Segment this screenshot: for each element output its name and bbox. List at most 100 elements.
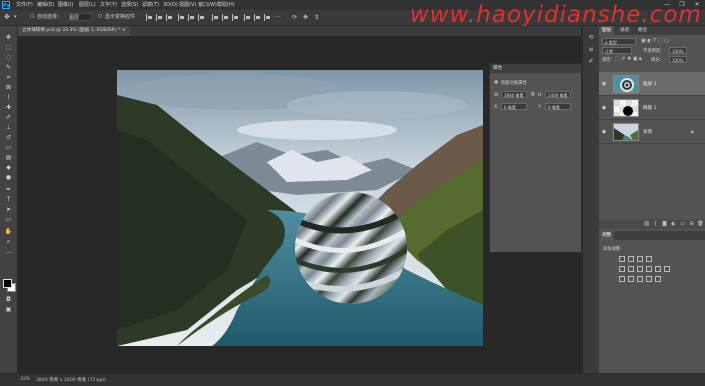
screen-mode-icon[interactable]: ▣ (4, 306, 13, 314)
new-adjustment-icon[interactable]: ◐ (670, 221, 677, 228)
distribute-left-icon[interactable] (244, 14, 251, 21)
layer-name[interactable]: 图层 1 (643, 81, 657, 87)
menu-select[interactable]: 选择(S) (121, 1, 138, 9)
visibility-eye-icon[interactable]: ◉ (602, 81, 606, 87)
history-icon[interactable]: ⟲ (587, 34, 595, 42)
auto-select-dropdown[interactable]: 图层 (66, 13, 92, 21)
curves-icon[interactable] (637, 256, 643, 262)
invert-icon[interactable] (619, 276, 625, 282)
selective-color-icon[interactable] (655, 276, 661, 282)
add-mask-icon[interactable]: ◙ (661, 221, 668, 228)
align-left-icon[interactable] (146, 14, 153, 21)
quick-select-tool-icon[interactable]: ✎ (4, 64, 13, 72)
brush-tool-icon[interactable]: ✐ (4, 114, 13, 122)
delete-layer-icon[interactable]: 🗑︎ (697, 221, 704, 228)
threshold-icon[interactable] (637, 276, 643, 282)
align-vcenter-icon[interactable] (188, 14, 195, 21)
blur-tool-icon[interactable]: ◆ (4, 164, 13, 172)
posterize-icon[interactable] (628, 276, 634, 282)
visibility-eye-icon[interactable]: ◉ (602, 105, 606, 111)
foreground-color-swatch[interactable] (3, 279, 12, 288)
menu-3d[interactable]: 3D(D) (163, 1, 178, 9)
align-right-icon[interactable] (166, 14, 173, 21)
eraser-tool-icon[interactable]: ▭ (4, 144, 13, 152)
transform-checkbox-icon[interactable]: ☐ (98, 14, 102, 21)
3d-mode-icon[interactable]: ⟳ (292, 14, 297, 21)
distribute-hcenter-icon[interactable] (254, 14, 261, 21)
dodge-tool-icon[interactable]: ● (4, 174, 13, 182)
link-icon[interactable]: ⛓ (530, 92, 535, 97)
distribute-top-icon[interactable] (212, 14, 219, 21)
x-input[interactable]: 0 像素 (501, 103, 527, 110)
photo-filter-icon[interactable] (655, 266, 661, 272)
channel-mixer-icon[interactable] (664, 266, 670, 272)
layer-row-ellipse1[interactable]: ◉ 椭圆 1 (599, 96, 705, 120)
link-layers-icon[interactable]: ⛓ (643, 221, 650, 228)
vibrance-icon[interactable] (619, 266, 625, 272)
new-group-icon[interactable]: ▭ (679, 221, 686, 228)
path-select-tool-icon[interactable]: ➤ (4, 206, 13, 214)
menu-edit[interactable]: 编辑(E) (37, 1, 54, 9)
move-tool-icon[interactable]: ✥ (4, 14, 10, 21)
opacity-input[interactable]: 100% (669, 47, 687, 54)
tab-layers[interactable]: 图层 (599, 26, 615, 35)
tab-adjustments[interactable]: 调整 (599, 231, 615, 240)
history-brush-tool-icon[interactable]: ↺ (4, 134, 13, 142)
align-hcenter-icon[interactable] (156, 14, 163, 21)
more-tools-icon[interactable]: ··· (4, 250, 13, 258)
width-input[interactable]: 3840 像素 (501, 91, 527, 98)
blend-mode-dropdown[interactable]: 正常 (602, 47, 632, 54)
3d-slide-icon[interactable]: ⇕ (314, 14, 319, 21)
layer-filter-dropdown[interactable]: ρ 类型 (602, 38, 636, 45)
clone-stamp-tool-icon[interactable]: ⊥ (4, 124, 13, 132)
height-input[interactable]: 2400 像素 (545, 91, 571, 98)
menu-window[interactable]: 窗口(W) (198, 1, 217, 9)
filter-icons[interactable]: ▣ ◐ T ⬚ ▢ (641, 38, 669, 44)
menu-type[interactable]: 文字(Y) (100, 1, 117, 9)
black-white-icon[interactable] (646, 266, 652, 272)
menu-help[interactable]: 帮助(H) (217, 1, 235, 9)
align-bottom-icon[interactable] (198, 14, 205, 21)
gradient-tool-icon[interactable]: ▤ (4, 154, 13, 162)
type-tool-icon[interactable]: T (4, 196, 13, 204)
zoom-tool-icon[interactable]: ⌕ (4, 238, 13, 246)
tab-channels[interactable]: 通道 (617, 26, 632, 35)
move-tool-icon[interactable]: ✥ (4, 34, 13, 42)
brush-settings-icon[interactable]: ✐ (587, 58, 595, 66)
distribute-vcenter-icon[interactable] (222, 14, 229, 21)
hand-tool-icon[interactable]: ✋ (4, 228, 13, 236)
fill-input[interactable]: 100% (669, 56, 687, 63)
hue-saturation-icon[interactable] (628, 266, 634, 272)
healing-tool-icon[interactable]: ✚ (4, 104, 13, 112)
lasso-tool-icon[interactable]: ◌ (4, 54, 13, 62)
menu-view[interactable]: 视图(V) (179, 1, 196, 9)
layer-name[interactable]: 背景 (643, 129, 652, 135)
distribute-right-icon[interactable] (264, 14, 271, 21)
layer-row-background[interactable]: ◉ 背景 🔒︎ (599, 120, 705, 144)
frame-tool-icon[interactable]: ⊠ (4, 84, 13, 92)
distribute-bottom-icon[interactable] (232, 14, 239, 21)
tab-paths[interactable]: 路径 (635, 26, 650, 35)
shape-tool-icon[interactable]: ▭ (4, 216, 13, 224)
tool-preset-chevron-icon[interactable]: ▾ (14, 14, 17, 21)
visibility-eye-icon[interactable]: ◉ (602, 129, 606, 135)
document-tab[interactable]: 立体球转换.psd @ 33.3% (图层 1, RGB/8#) * × (18, 26, 130, 36)
eyedropper-tool-icon[interactable]: ⌇ (4, 94, 13, 102)
properties-icon[interactable]: ≡ (587, 46, 595, 54)
menu-file[interactable]: 文件(F) (16, 1, 33, 9)
color-balance-icon[interactable] (637, 266, 643, 272)
pen-tool-icon[interactable]: ✒ (4, 186, 13, 194)
3d-pan-icon[interactable]: ✥ (303, 14, 308, 21)
y-input[interactable]: 0 像素 (545, 103, 571, 110)
menu-layer[interactable]: 图层(L) (79, 1, 96, 9)
zoom-level[interactable]: 33% (20, 377, 30, 382)
auto-select-checkbox-icon[interactable]: ☐ (30, 14, 34, 21)
layer-style-icon[interactable]: ƒ (652, 221, 659, 228)
quick-mask-icon[interactable]: ◘ (4, 296, 13, 304)
layer-row-layer1[interactable]: ◉ 图层 1 (599, 72, 705, 96)
gradient-map-icon[interactable] (646, 276, 652, 282)
lock-icons[interactable]: ⬚ ✐ ✥ ▣ 🔒︎ (615, 56, 642, 62)
status-chevron-icon[interactable]: › (96, 377, 98, 382)
menu-filter[interactable]: 滤镜(T) (142, 1, 159, 9)
align-top-icon[interactable] (178, 14, 185, 21)
